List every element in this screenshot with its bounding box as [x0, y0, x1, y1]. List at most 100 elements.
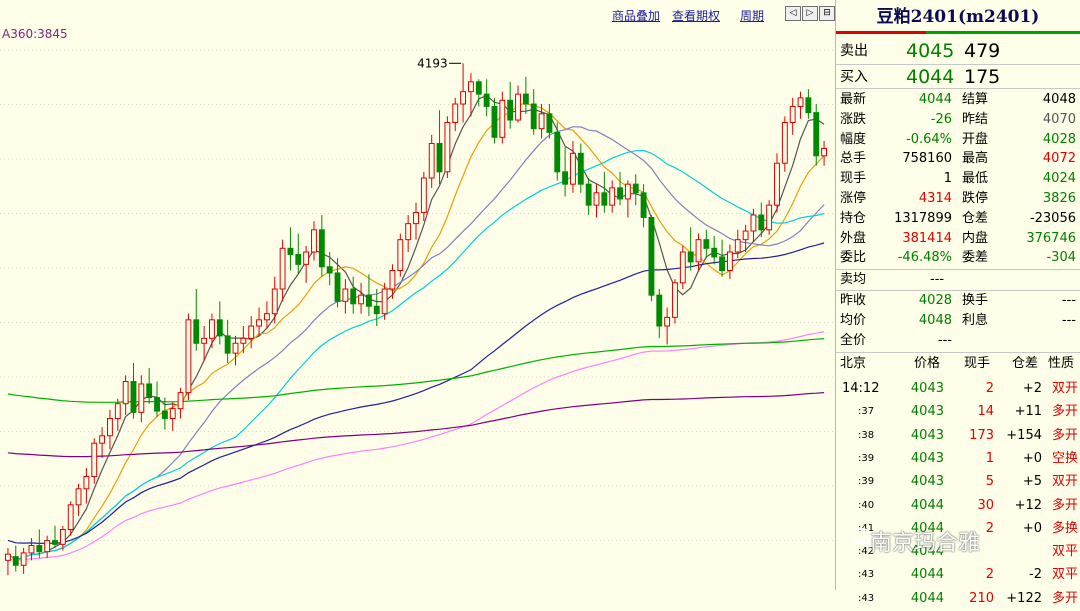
stat-value: 3826	[1042, 191, 1076, 206]
candle	[20, 548, 27, 574]
stat-label: 委比	[840, 250, 867, 266]
tick-row[interactable]: :37 4043 14 +11 多开	[836, 400, 1080, 424]
candle-body	[287, 247, 294, 255]
candle	[271, 276, 278, 324]
tick-row[interactable]: :40 4044 30 +12 多开	[836, 494, 1080, 518]
stat-label: 委差	[962, 250, 989, 266]
candle-body	[67, 504, 74, 531]
candle	[91, 438, 98, 484]
candle	[452, 97, 459, 132]
candle	[664, 307, 671, 345]
tick-row[interactable]: :38 4043 173 +154 多开	[836, 424, 1080, 448]
candle	[781, 116, 788, 172]
candle-body	[695, 239, 702, 263]
ma5-line	[7, 94, 825, 561]
stat-value: 1317899	[894, 210, 952, 226]
bid-volume: 175	[964, 66, 1001, 88]
candle-body	[436, 142, 443, 173]
tick-oi-change: +12	[1014, 497, 1042, 513]
candle	[774, 153, 780, 213]
candle-body	[781, 122, 788, 164]
tick-volume: 30	[977, 497, 994, 513]
candle-body	[130, 381, 137, 413]
candle	[279, 239, 286, 302]
candle-body	[405, 223, 412, 241]
stat-value: 4314	[918, 191, 952, 206]
tick-row[interactable]: :39 4043 5 +5 双开	[836, 470, 1080, 494]
tick-nature: 双开	[1051, 474, 1078, 490]
candle-body	[169, 408, 176, 419]
candle	[303, 245, 310, 283]
candle	[766, 200, 773, 235]
candle	[546, 104, 553, 139]
ask-volume: 479	[964, 40, 1001, 62]
tick-row[interactable]: :43 4044 2 -2 双平	[836, 563, 1080, 587]
tick-volume: 173	[969, 427, 994, 443]
candle	[342, 279, 349, 314]
stat-label: 开盘	[962, 131, 989, 147]
ma120-line	[7, 331, 825, 561]
candle	[562, 147, 569, 197]
candle-body	[209, 319, 215, 339]
candle	[460, 63, 467, 123]
candle-body	[28, 545, 35, 554]
candle-body	[114, 403, 121, 420]
stat-value: 758160	[902, 151, 952, 167]
stat-value: -0.64%	[906, 131, 952, 147]
candle	[530, 89, 537, 135]
candle	[632, 174, 639, 206]
candle	[44, 535, 51, 558]
candle	[318, 215, 325, 277]
stat-label: 结算	[962, 92, 989, 107]
avg-ask-row: 卖均 ---	[836, 270, 1080, 290]
candle-body	[428, 142, 435, 179]
candle-body	[734, 239, 741, 253]
candle-body	[766, 204, 773, 231]
candle	[570, 141, 576, 193]
tick-oi-change: +122	[1006, 590, 1042, 606]
tick-row[interactable]: 14:12 4043 2 +2 双开	[836, 377, 1080, 401]
tick-nature: 多开	[1051, 497, 1078, 513]
tick-nature: 双平	[1051, 544, 1078, 560]
divider	[836, 88, 1080, 89]
candle	[216, 301, 223, 345]
candle-body	[483, 93, 490, 107]
candle-body	[632, 183, 639, 194]
candle-body	[216, 319, 223, 337]
grid-lines	[0, 49, 836, 541]
candle	[719, 239, 725, 277]
candle-body	[263, 313, 270, 321]
tick-oi-change: +0	[1022, 520, 1042, 536]
avg-ask-label: 卖均	[840, 272, 867, 287]
annotations: 4193	[417, 56, 462, 70]
candle-body	[318, 229, 325, 268]
stat-label: 涨停	[840, 191, 867, 206]
stat-value: ---	[1061, 293, 1076, 308]
candle	[193, 289, 200, 351]
stat-row: 现手 1 最低 4024	[836, 169, 1080, 189]
candle	[577, 143, 584, 193]
candle-body	[99, 435, 106, 444]
kline-chart-area[interactable]: 商品叠加 查看期权 周期 ◁ ▷ ⊟ A360:3845 4193	[0, 0, 836, 590]
candle-body	[468, 81, 474, 93]
tick-row[interactable]: :39 4043 1 +0 空换	[836, 447, 1080, 471]
candle-body	[193, 319, 200, 344]
ticks-header-nature: 性质	[1048, 356, 1075, 371]
candle-body	[177, 392, 184, 410]
candle	[256, 307, 262, 336]
candle-body	[703, 239, 710, 249]
candle-body	[554, 131, 561, 173]
candle	[436, 110, 443, 185]
candle	[797, 91, 804, 119]
stat-label: 全价	[840, 333, 867, 348]
candle-body	[444, 122, 451, 173]
candle-body	[719, 256, 725, 271]
tick-price: 4044	[910, 497, 944, 513]
candle-body	[326, 266, 333, 274]
tick-volume: 2	[985, 567, 994, 583]
stat-row: 最新 4044 结算 4048	[836, 90, 1080, 110]
peak-label: 4193	[417, 56, 448, 70]
tick-volume: 210	[969, 590, 994, 606]
tick-row[interactable]: :43 4044 210 +122 多开	[836, 587, 1080, 611]
tick-time: :37	[858, 406, 875, 418]
